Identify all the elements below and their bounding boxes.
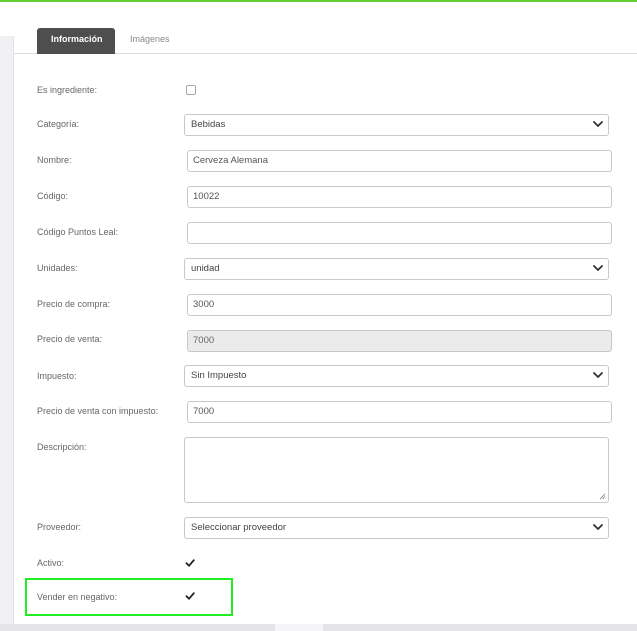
tab-bar: Información Imágenes [14, 28, 637, 54]
es-ingrediente-checkbox[interactable] [186, 85, 196, 95]
chevron-down-icon [593, 121, 603, 127]
nombre-input[interactable]: Cerveza Alemana [187, 150, 612, 172]
left-gutter [0, 36, 14, 631]
chevron-down-icon [593, 265, 603, 271]
precio-venta-input: 7000 [187, 330, 612, 352]
impuesto-select[interactable]: Sin Impuesto [184, 365, 609, 387]
categoria-label: Categoría: [37, 119, 80, 129]
codigo-input[interactable]: 10022 [187, 186, 612, 208]
unidades-select[interactable]: unidad [184, 258, 609, 280]
proveedor-value: Seleccionar proveedor [191, 522, 287, 533]
precio-compra-label: Precio de compra: [37, 299, 111, 309]
precio-venta-impuesto-label: Precio de venta con impuesto: [37, 406, 159, 416]
precio-venta-impuesto-input[interactable]: 7000 [187, 401, 612, 423]
codigo-puntos-label: Código Puntos Leal: [37, 227, 119, 237]
descripcion-label: Descripción: [37, 442, 87, 452]
precio-compra-input[interactable]: 3000 [187, 294, 612, 316]
precio-venta-label: Precio de venta: [37, 334, 103, 344]
resize-handle-icon[interactable] [599, 493, 606, 500]
categoria-value: Bebidas [191, 119, 226, 130]
proveedor-label: Proveedor: [37, 522, 82, 532]
tab-informacion[interactable]: Información [37, 28, 115, 54]
codigo-puntos-input[interactable] [187, 222, 612, 244]
nombre-label: Nombre: [37, 155, 72, 165]
vender-negativo-highlight [25, 578, 233, 616]
activo-label: Activo: [37, 558, 65, 568]
categoria-select[interactable]: Bebidas [184, 114, 609, 136]
chevron-down-icon [593, 524, 603, 530]
descripcion-textarea[interactable] [184, 437, 609, 503]
codigo-label: Código: [37, 191, 69, 201]
proveedor-select[interactable]: Seleccionar proveedor [184, 517, 609, 539]
activo-checkbox[interactable] [185, 558, 195, 568]
es-ingrediente-label: Es ingrediente: [37, 85, 98, 95]
unidades-value: unidad [191, 263, 220, 274]
impuesto-label: Impuesto: [37, 371, 77, 381]
chevron-down-icon [593, 372, 603, 378]
impuesto-value: Sin Impuesto [191, 370, 247, 381]
tab-imagenes[interactable]: Imágenes [116, 28, 184, 54]
unidades-label: Unidades: [37, 263, 78, 273]
gutter-divider [13, 36, 14, 631]
bottom-scrollbar-thumb[interactable] [275, 624, 323, 631]
